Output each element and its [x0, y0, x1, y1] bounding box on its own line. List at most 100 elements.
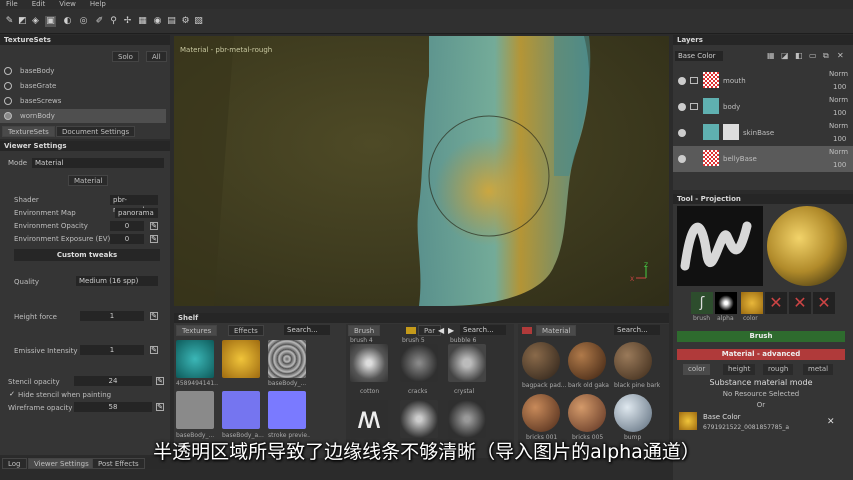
- brush-thumb[interactable]: [350, 344, 388, 382]
- texture-thumb[interactable]: [268, 340, 306, 378]
- env-map-select[interactable]: panorama: [115, 208, 158, 218]
- chevron-left-icon[interactable]: ◀: [438, 326, 444, 335]
- add-layer-icon[interactable]: ▦: [767, 51, 775, 60]
- quality-select[interactable]: Medium (16 spp): [76, 276, 158, 286]
- color-picker-icon[interactable]: ⚲: [108, 16, 119, 27]
- texture-thumb[interactable]: [176, 391, 214, 429]
- edit-icon[interactable]: ✎: [150, 235, 158, 243]
- material-button[interactable]: Material: [68, 175, 109, 186]
- layer-row[interactable]: mouth Norm 100: [673, 68, 853, 94]
- material-search-input[interactable]: Search...: [614, 325, 660, 335]
- close-icon[interactable]: ✕: [827, 417, 835, 427]
- layer-blend[interactable]: Norm: [829, 122, 848, 130]
- all-button[interactable]: All: [146, 51, 167, 62]
- clone-icon[interactable]: ◎: [78, 16, 89, 27]
- tab-effects[interactable]: Effects: [228, 325, 264, 336]
- layer-row-selected[interactable]: bellyBase Norm 100: [673, 146, 853, 172]
- uv-icon[interactable]: ▤: [166, 16, 177, 27]
- settings-icon[interactable]: ⚙: [180, 16, 191, 27]
- layer-opacity[interactable]: 100: [833, 83, 846, 91]
- menu-help[interactable]: Help: [90, 0, 106, 9]
- material-thumb[interactable]: [568, 394, 606, 432]
- smudge-icon[interactable]: ◐: [62, 16, 73, 27]
- menu-edit[interactable]: Edit: [32, 0, 46, 9]
- brush-slot[interactable]: ʃ: [691, 292, 713, 314]
- edit-icon[interactable]: ✎: [156, 377, 164, 385]
- texture-set-item[interactable]: baseBody: [0, 64, 166, 78]
- picker-icon[interactable]: ✐: [94, 16, 105, 27]
- edit-icon[interactable]: ✎: [150, 312, 158, 320]
- channel-height[interactable]: height: [723, 364, 756, 375]
- texture-thumb[interactable]: [222, 340, 260, 378]
- wireframe-opacity-slider[interactable]: 58: [74, 402, 152, 412]
- shader-select[interactable]: pbr-m...rough: [110, 195, 158, 214]
- layer-opacity[interactable]: 100: [833, 161, 846, 169]
- radio-icon[interactable]: [4, 97, 12, 105]
- material-thumb[interactable]: [522, 394, 560, 432]
- duplicate-icon[interactable]: ⧉: [823, 51, 829, 61]
- env-opacity-input[interactable]: 0: [110, 221, 144, 231]
- brush-search-input[interactable]: Search...: [460, 325, 506, 335]
- layer-row[interactable]: skinBase Norm 100: [673, 120, 853, 146]
- tab-document-settings[interactable]: Document Settings: [56, 126, 136, 137]
- textures-search-input[interactable]: Search...: [284, 325, 330, 335]
- channel-color[interactable]: color: [683, 364, 711, 375]
- tab-brush[interactable]: Brush: [348, 325, 381, 336]
- camera-icon[interactable]: ◉: [152, 16, 163, 27]
- visibility-icon[interactable]: [678, 155, 686, 163]
- paint-brush-icon[interactable]: ✎: [4, 16, 15, 27]
- material-thumb[interactable]: [614, 342, 652, 380]
- layer-blend[interactable]: Norm: [829, 148, 848, 156]
- edit-icon[interactable]: ✎: [150, 346, 158, 354]
- render-icon[interactable]: ▧: [193, 16, 204, 27]
- mode-select[interactable]: Material: [32, 158, 164, 168]
- channel-metal[interactable]: metal: [803, 364, 834, 375]
- layer-opacity[interactable]: 100: [833, 135, 846, 143]
- empty-slot-icon[interactable]: ✕: [789, 292, 811, 314]
- edit-icon[interactable]: ✎: [156, 403, 164, 411]
- base-color-thumb[interactable]: [679, 412, 697, 430]
- material-thumb[interactable]: [568, 342, 606, 380]
- layer-blend[interactable]: Norm: [829, 70, 848, 78]
- solo-button[interactable]: Solo: [112, 51, 139, 62]
- alpha-slot[interactable]: [715, 292, 737, 314]
- channel-rough[interactable]: rough: [763, 364, 794, 375]
- empty-slot-icon[interactable]: ✕: [765, 292, 787, 314]
- texture-set-item[interactable]: baseScrews: [0, 94, 166, 108]
- material-thumb[interactable]: [522, 342, 560, 380]
- texture-thumb[interactable]: [222, 391, 260, 429]
- folder-icon[interactable]: ▭: [809, 51, 817, 60]
- channel-select[interactable]: Base Color: [675, 51, 723, 61]
- radio-icon[interactable]: [4, 82, 12, 90]
- layer-opacity[interactable]: 100: [833, 109, 846, 117]
- texture-thumb[interactable]: [268, 391, 306, 429]
- layer-row[interactable]: body Norm 100: [673, 94, 853, 120]
- radio-icon[interactable]: [4, 112, 12, 120]
- layer-blend[interactable]: Norm: [829, 96, 848, 104]
- texture-set-item-selected[interactable]: wornBody: [0, 109, 166, 123]
- env-exposure-input[interactable]: 0: [110, 234, 144, 244]
- polygon-fill-icon[interactable]: ▣: [45, 16, 56, 27]
- edit-icon[interactable]: ✎: [150, 222, 158, 230]
- brush-thumb[interactable]: [448, 344, 486, 382]
- emissive-slider[interactable]: 1: [80, 345, 144, 355]
- menu-view[interactable]: View: [59, 0, 76, 9]
- delete-icon[interactable]: ✕: [837, 51, 844, 60]
- height-force-slider[interactable]: 1: [80, 311, 144, 321]
- tab-material[interactable]: Material: [536, 325, 577, 336]
- tab-textures[interactable]: Textures: [176, 325, 218, 336]
- menu-file[interactable]: File: [6, 0, 18, 9]
- material-advanced-header[interactable]: Material - advanced: [677, 349, 845, 360]
- viewport-3d[interactable]: Material - pbr-metal-rough Z X: [174, 36, 669, 306]
- visibility-icon[interactable]: [678, 129, 686, 137]
- radio-icon[interactable]: [4, 67, 12, 75]
- brush-section-header[interactable]: Brush: [677, 331, 845, 342]
- empty-slot-icon[interactable]: ✕: [813, 292, 835, 314]
- brush-thumb[interactable]: [448, 400, 486, 438]
- texture-set-item[interactable]: baseGrate: [0, 79, 166, 93]
- brush-thumb[interactable]: ʍ: [350, 400, 388, 438]
- brush-thumb[interactable]: [400, 344, 438, 382]
- material-thumb[interactable]: [614, 394, 652, 432]
- eraser-icon[interactable]: ◩: [17, 16, 28, 27]
- checkbox-checked-icon[interactable]: ✓: [8, 391, 16, 399]
